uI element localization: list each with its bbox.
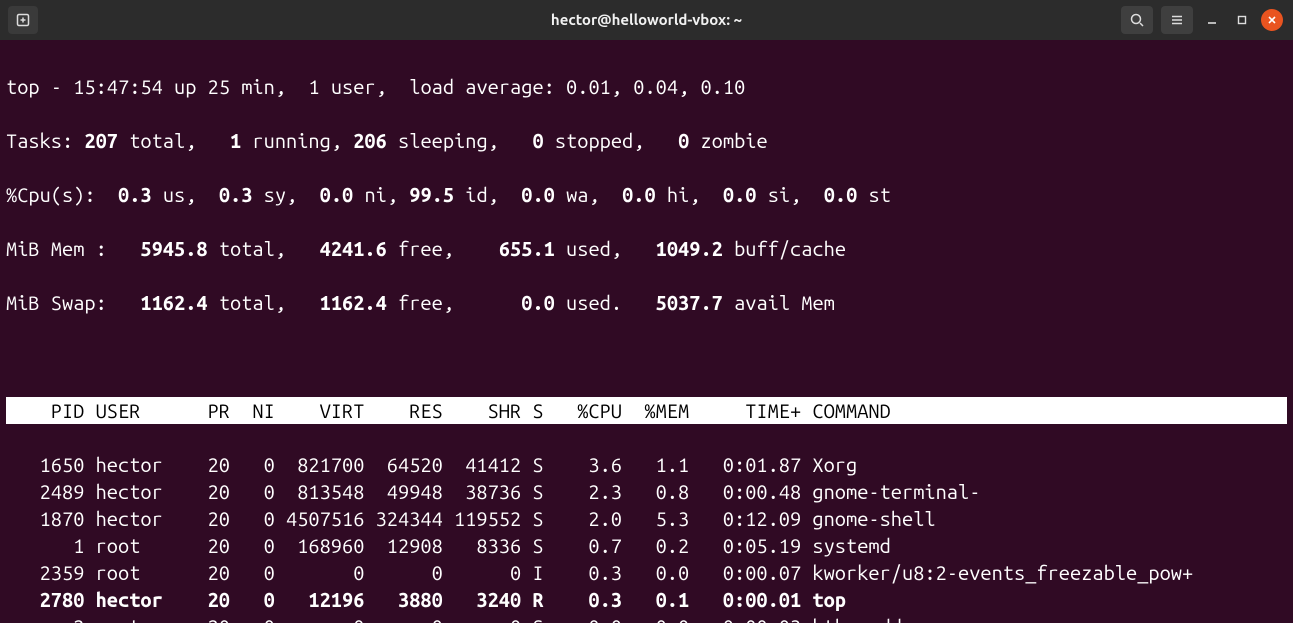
top-summary-line: top - 15:47:54 up 25 min, 1 user, load a… bbox=[6, 73, 1287, 100]
hamburger-menu-button[interactable] bbox=[1161, 6, 1193, 34]
process-row: 1650 hector 20 0 821700 64520 41412 S 3.… bbox=[6, 451, 1287, 478]
maximize-button[interactable] bbox=[1231, 9, 1253, 31]
blank-line bbox=[6, 343, 1287, 370]
close-button[interactable] bbox=[1261, 9, 1283, 31]
process-row: 2780 hector 20 0 12196 3880 3240 R 0.3 0… bbox=[6, 586, 1287, 613]
process-row: 2489 hector 20 0 813548 49948 38736 S 2.… bbox=[6, 478, 1287, 505]
cpu-line: %Cpu(s): 0.3 us, 0.3 sy, 0.0 ni, 99.5 id… bbox=[6, 181, 1287, 208]
mem-line: MiB Mem : 5945.8 total, 4241.6 free, 655… bbox=[6, 235, 1287, 262]
process-row: 2359 root 20 0 0 0 0 I 0.3 0.0 0:00.07 k… bbox=[6, 559, 1287, 586]
titlebar: hector@helloworld-vbox: ~ bbox=[0, 0, 1293, 40]
process-row: 1870 hector 20 0 4507516 324344 119552 S… bbox=[6, 505, 1287, 532]
process-row: 2 root 20 0 0 0 0 S 0.0 0.0 0:00.03 kthr… bbox=[6, 613, 1287, 623]
swap-line: MiB Swap: 1162.4 total, 1162.4 free, 0.0… bbox=[6, 289, 1287, 316]
minimize-button[interactable] bbox=[1201, 9, 1223, 31]
terminal-output[interactable]: top - 15:47:54 up 25 min, 1 user, load a… bbox=[0, 40, 1293, 623]
tasks-line: Tasks: 207 total, 1 running, 206 sleepin… bbox=[6, 127, 1287, 154]
search-button[interactable] bbox=[1121, 6, 1153, 34]
process-row: 1 root 20 0 168960 12908 8336 S 0.7 0.2 … bbox=[6, 532, 1287, 559]
process-header-row: PID USER PR NI VIRT RES SHR S %CPU %MEM … bbox=[6, 397, 1287, 424]
new-tab-button[interactable] bbox=[8, 6, 38, 34]
window-title: hector@helloworld-vbox: ~ bbox=[0, 10, 1293, 30]
